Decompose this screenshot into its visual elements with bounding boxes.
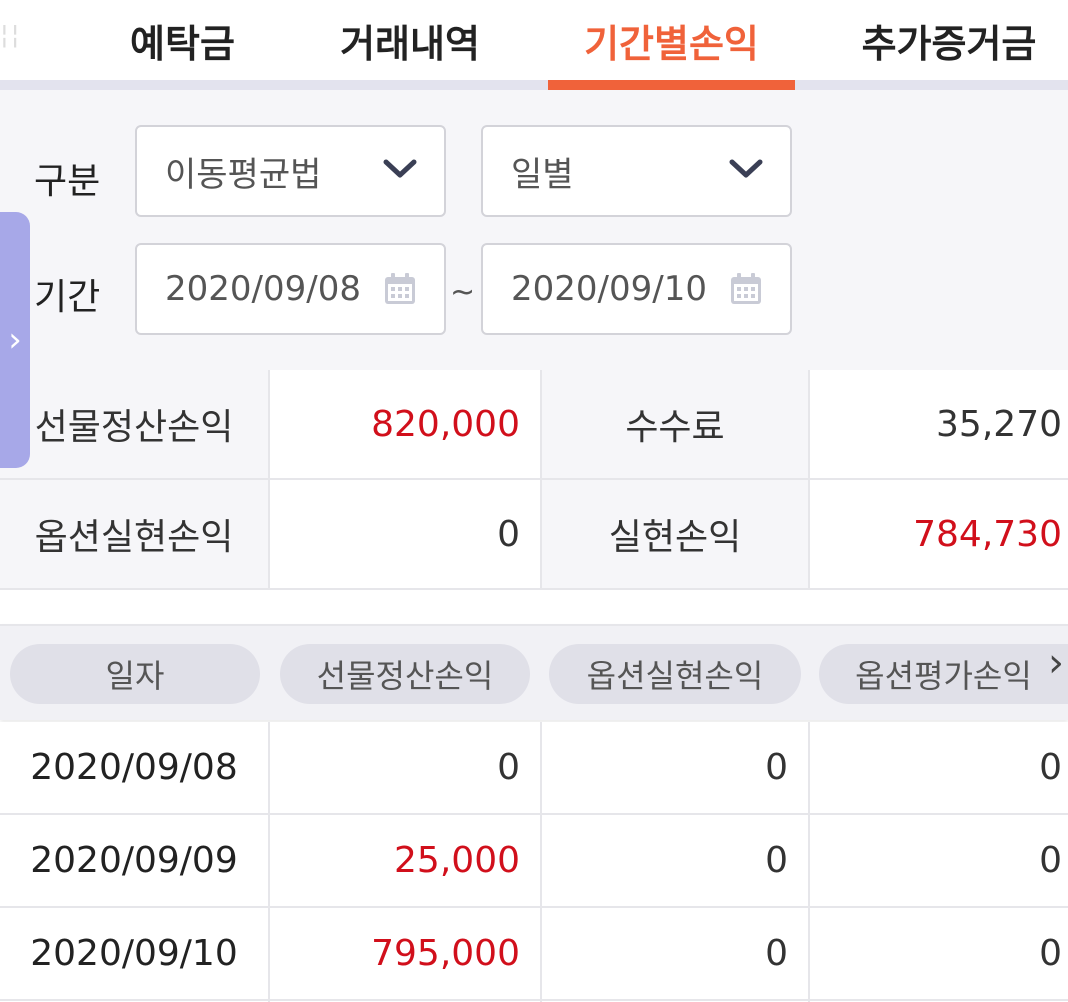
option-realized-value: 0 [497,513,520,555]
date-from-field[interactable]: 2020/09/08 [135,243,446,335]
summary-row: 옵션실현손익 0 실현손익 784,730 [0,480,1068,590]
chevron-right-icon[interactable]: › [1048,640,1064,686]
divider [540,722,542,1002]
summary-row: 선물정산손익 820,000 수수료 35,270 [0,370,1068,480]
category-label: 구분 [34,161,101,202]
period-select-value: 일별 [511,154,574,195]
divider [808,370,810,590]
table-row[interactable]: 2020/09/09 25,000 0 0 [0,815,1068,908]
column-header-futures[interactable]: 선물정산손익 [280,644,530,704]
row-option-realized: 0 [765,747,788,788]
realized-value: 784,730 [913,513,1062,555]
table-header: 일자 선물정산손익 옵션실현손익 옵션평가손익 › [0,624,1068,720]
chevron-down-icon [383,159,417,178]
row-option-eval: 0 [1039,840,1062,881]
side-drawer-handle[interactable]: › [0,212,30,468]
row-option-eval: 0 [1039,747,1062,788]
period-select[interactable]: 일별 [481,125,792,217]
date-to-field[interactable]: 2020/09/10 [481,243,792,335]
calendar-icon[interactable] [728,271,764,307]
row-option-eval: 0 [1039,933,1062,974]
tab-scroll-hint: ¦¦ [0,20,22,50]
active-tab-indicator [548,80,795,90]
divider [540,370,542,590]
row-option-realized: 0 [765,933,788,974]
column-header-date[interactable]: 일자 [10,644,260,704]
option-realized-label: 옵션실현손익 [0,480,268,588]
tab-additional-margin[interactable]: 추가증거금 [830,0,1068,80]
divider [268,722,270,1002]
column-header-option-realized[interactable]: 옵션실현손익 [549,644,801,704]
table-row[interactable]: 2020/09/08 0 0 0 [0,722,1068,815]
futures-settlement-label: 선물정산손익 [0,370,268,478]
method-select-value: 이동평균법 [165,154,322,195]
row-futures: 795,000 [371,933,520,974]
row-futures: 0 [497,747,520,788]
chevron-right-icon: › [8,320,22,360]
chevron-down-icon [729,159,763,178]
filter-panel: 구분 이동평균법 일별 기간 2020/09/08 ~ 2020/09/10 [0,90,1068,370]
tab-deposit[interactable]: 예탁금 [95,0,270,80]
table-row[interactable]: 2020/09/10 795,000 0 0 [0,908,1068,1001]
date-from-value: 2020/09/08 [165,269,361,309]
row-date: 2020/09/10 [30,933,238,974]
tab-underline-track [0,80,1068,90]
tab-bar: ¦¦ 예탁금 거래내역 기간별손익 추가증거금 [0,0,1068,90]
date-to-value: 2020/09/10 [511,269,707,309]
summary-grid: 선물정산손익 820,000 수수료 35,270 옵션실현손익 0 실현손익 … [0,370,1068,590]
divider [808,722,810,1002]
calendar-icon[interactable] [382,271,418,307]
tab-period-pnl[interactable]: 기간별손익 [548,0,795,80]
row-date: 2020/09/08 [30,747,238,788]
column-header-option-eval[interactable]: 옵션평가손익 [819,644,1068,704]
date-range-separator: ~ [450,275,476,310]
row-futures: 25,000 [394,840,520,881]
fee-label: 수수료 [542,370,808,478]
realized-label: 실현손익 [542,480,808,588]
futures-settlement-value: 820,000 [371,403,520,445]
fee-value: 35,270 [936,403,1062,445]
period-label: 기간 [34,277,101,318]
tab-transactions[interactable]: 거래내역 [300,0,520,80]
row-date: 2020/09/09 [30,840,238,881]
row-option-realized: 0 [765,840,788,881]
divider [268,370,270,590]
method-select[interactable]: 이동평균법 [135,125,446,217]
